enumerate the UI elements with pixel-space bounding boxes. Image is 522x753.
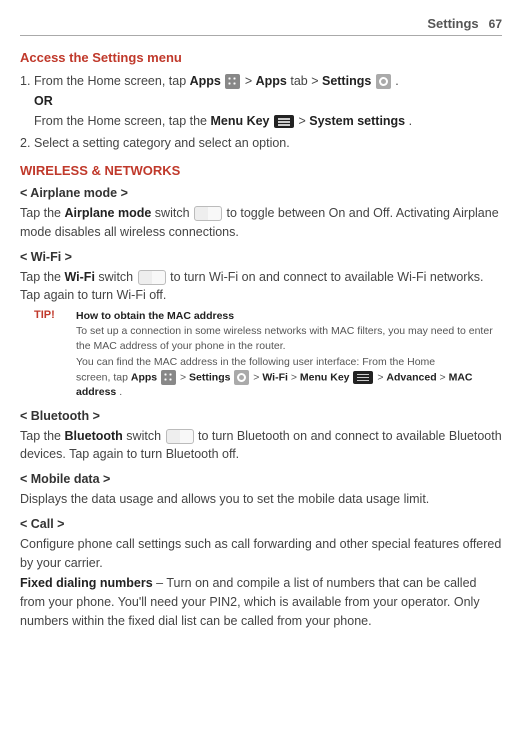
- text: >: [440, 371, 449, 383]
- settings-label: Settings: [189, 371, 230, 383]
- tip-line2: You can find the MAC address in the foll…: [76, 356, 435, 368]
- text: Tap the: [20, 270, 64, 284]
- text: From the Home screen, tap the: [34, 114, 210, 128]
- toggle-switch-icon: [138, 270, 166, 285]
- text: >: [298, 114, 309, 128]
- text: switch: [126, 429, 164, 443]
- page: Settings 67 Access the Settings menu 1. …: [0, 0, 522, 753]
- apps-label: Apps: [190, 74, 221, 88]
- apps-label: Apps: [131, 371, 157, 383]
- tip-block: TIP! How to obtain the MAC address To se…: [34, 309, 502, 401]
- or-label: OR: [34, 94, 53, 108]
- toggle-switch-icon: [166, 429, 194, 444]
- text: >: [180, 371, 189, 383]
- text: From the Home screen, tap: [34, 74, 190, 88]
- menu-key-label: Menu Key: [210, 114, 269, 128]
- text: >: [245, 74, 256, 88]
- bluetooth-label: Bluetooth: [64, 429, 122, 443]
- tip-body: How to obtain the MAC address To set up …: [76, 309, 502, 401]
- text: >: [291, 371, 300, 383]
- header-title: Settings: [427, 16, 478, 31]
- tip-line1: To set up a connection in some wireless …: [76, 325, 493, 352]
- wireless-heading: WIRELESS & NETWORKS: [20, 163, 502, 178]
- apps-grid-icon: [161, 370, 176, 385]
- wifi-label: Wi-Fi: [262, 371, 288, 383]
- step-2: 2. Select a setting category and select …: [20, 133, 502, 153]
- airplane-heading: < Airplane mode >: [20, 186, 502, 200]
- bluetooth-heading: < Bluetooth >: [20, 409, 502, 423]
- text: >: [253, 371, 262, 383]
- tip-label: TIP!: [34, 309, 64, 401]
- apps-grid-icon: [225, 74, 240, 89]
- call-text: Configure phone call settings such as ca…: [20, 535, 502, 573]
- advanced-label: Advanced: [386, 371, 436, 383]
- text: .: [409, 114, 412, 128]
- step-2-num: 2.: [20, 133, 34, 153]
- fdn-text: Fixed dialing numbers – Turn on and comp…: [20, 574, 502, 630]
- airplane-mode-label: Airplane mode: [64, 206, 151, 220]
- airplane-text: Tap the Airplane mode switch to toggle b…: [20, 204, 502, 242]
- toggle-switch-icon: [194, 206, 222, 221]
- step-1: 1. From the Home screen, tap Apps > Apps…: [20, 71, 502, 131]
- text: switch: [98, 270, 136, 284]
- wifi-label: Wi-Fi: [64, 270, 94, 284]
- fdn-label: Fixed dialing numbers: [20, 576, 153, 590]
- access-heading: Access the Settings menu: [20, 50, 502, 65]
- wifi-heading: < Wi-Fi >: [20, 250, 502, 264]
- text: screen, tap: [76, 371, 131, 383]
- menu-key-icon: [274, 115, 294, 128]
- text: .: [119, 386, 122, 398]
- call-heading: < Call >: [20, 517, 502, 531]
- system-settings-label: System settings: [309, 114, 405, 128]
- step-1-body: From the Home screen, tap Apps > Apps ta…: [34, 71, 502, 131]
- menu-key-label: Menu Key: [300, 371, 350, 383]
- header-rule: [20, 35, 502, 36]
- step-1-num: 1.: [20, 71, 34, 131]
- settings-gear-icon: [376, 74, 391, 89]
- page-number: 67: [489, 17, 502, 31]
- text: switch: [155, 206, 193, 220]
- text: .: [395, 74, 398, 88]
- page-header: Settings 67: [20, 16, 502, 31]
- settings-label: Settings: [322, 74, 371, 88]
- bluetooth-text: Tap the Bluetooth switch to turn Bluetoo…: [20, 427, 502, 465]
- mobile-data-heading: < Mobile data >: [20, 472, 502, 486]
- text: tab >: [290, 74, 322, 88]
- settings-gear-icon: [234, 370, 249, 385]
- text: Tap the: [20, 206, 64, 220]
- step-2-body: Select a setting category and select an …: [34, 133, 502, 153]
- wifi-text: Tap the Wi-Fi switch to turn Wi-Fi on an…: [20, 268, 502, 306]
- tip-title: How to obtain the MAC address: [76, 310, 234, 322]
- menu-key-icon: [353, 371, 373, 384]
- mobile-data-text: Displays the data usage and allows you t…: [20, 490, 502, 509]
- apps-tab-label: Apps: [256, 74, 287, 88]
- text: Tap the: [20, 429, 64, 443]
